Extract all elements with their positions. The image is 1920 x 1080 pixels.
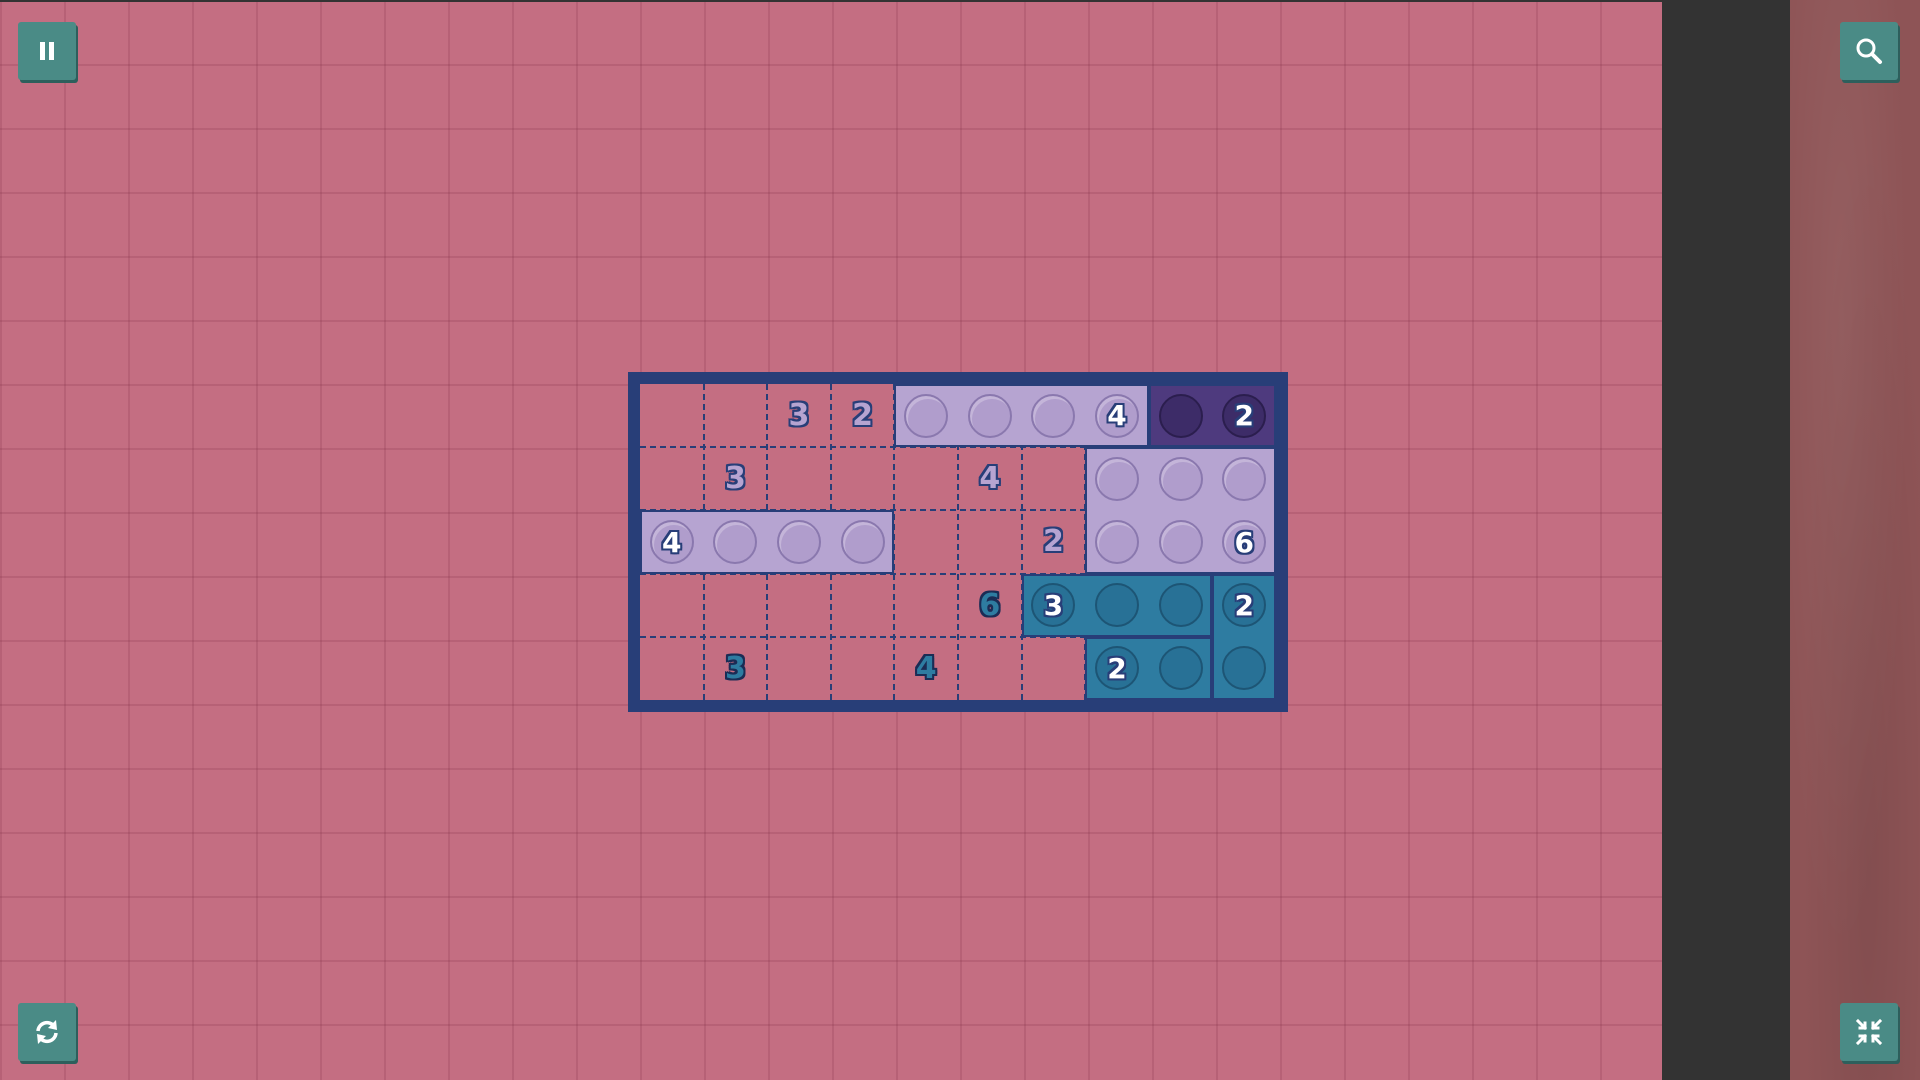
board-cell[interactable] xyxy=(640,574,704,637)
block-count: 6 xyxy=(1222,520,1267,564)
board-cell[interactable] xyxy=(1022,447,1086,510)
board-cell[interactable] xyxy=(958,510,1022,573)
collapse-button[interactable] xyxy=(1840,1003,1898,1061)
cell-clue: 3 xyxy=(724,461,746,497)
block-dot xyxy=(1095,583,1139,628)
board-cell[interactable] xyxy=(831,574,895,637)
board-cell[interactable] xyxy=(640,447,704,510)
board-cell[interactable] xyxy=(704,384,768,447)
side-panel-textured xyxy=(1790,0,1920,1080)
cell-clue: 2 xyxy=(852,398,874,434)
restart-button[interactable] xyxy=(18,1003,76,1061)
board-cell[interactable] xyxy=(704,574,768,637)
block-dot xyxy=(1095,520,1139,564)
cell-clue: 3 xyxy=(788,398,810,434)
board-cell[interactable] xyxy=(767,447,831,510)
block-count: 4 xyxy=(1095,393,1139,438)
top-border-line xyxy=(0,0,1662,2)
cell-clue: 4 xyxy=(979,461,1001,497)
magnifier-icon xyxy=(1856,38,1882,64)
board-cell[interactable] xyxy=(831,637,895,700)
block-dot xyxy=(1158,646,1203,691)
board-cell[interactable] xyxy=(767,574,831,637)
zoom-button[interactable] xyxy=(1840,22,1898,80)
restart-icon xyxy=(36,1020,58,1044)
board-cell[interactable] xyxy=(894,574,958,637)
cell-clue: 4 xyxy=(915,650,937,686)
collapse-icon xyxy=(1855,1018,1883,1046)
board-cell[interactable] xyxy=(894,510,958,573)
block-count: 2 xyxy=(1222,393,1267,438)
board-cell[interactable] xyxy=(1022,637,1086,700)
block-count: 4 xyxy=(649,520,694,564)
pause-icon xyxy=(40,42,54,60)
board-cell[interactable] xyxy=(894,447,958,510)
cell-clue: 2 xyxy=(1042,524,1064,560)
board-cell[interactable] xyxy=(958,637,1022,700)
block-dot xyxy=(1158,520,1203,564)
board-cell[interactable] xyxy=(831,447,895,510)
block-dot xyxy=(904,393,949,438)
puzzle-board: 426432232342634 xyxy=(628,372,1288,712)
board-cell[interactable] xyxy=(640,637,704,700)
block-dot xyxy=(1095,456,1139,501)
board-cell[interactable] xyxy=(640,384,704,447)
block-dot xyxy=(840,520,885,564)
side-panel-dark xyxy=(1662,0,1790,1080)
block-dot xyxy=(1158,456,1203,501)
block-dot xyxy=(1222,456,1267,501)
block-dot xyxy=(1158,393,1203,438)
board-cell[interactable] xyxy=(767,637,831,700)
block-dot xyxy=(1158,583,1203,628)
cell-clue: 3 xyxy=(724,650,746,686)
pause-button[interactable] xyxy=(18,22,76,80)
block-dot xyxy=(1031,393,1076,438)
cell-clue: 6 xyxy=(979,587,1001,623)
block-dot xyxy=(967,393,1012,438)
block-dot xyxy=(777,520,821,564)
